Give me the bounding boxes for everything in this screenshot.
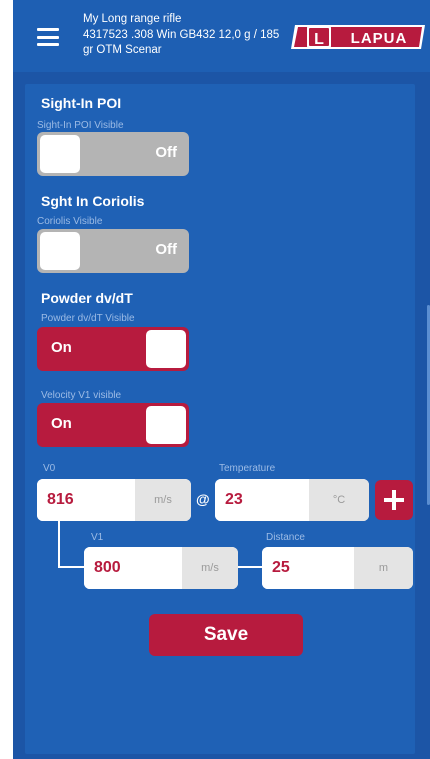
coriolis-title: Sght In Coriolis <box>41 193 145 209</box>
rifle-details: 4317523 .308 Win GB432 12,0 g / 185 gr O… <box>83 28 280 57</box>
toggle-knob <box>146 406 186 444</box>
app-screen: My Long range rifle 4317523 .308 Win GB4… <box>13 0 430 759</box>
v1-unit: m/s <box>182 547 238 589</box>
temperature-unit: °C <box>309 479 369 521</box>
v1-field: m/s <box>84 547 238 589</box>
temperature-field: °C <box>215 479 369 521</box>
v1-distance-connector <box>238 566 262 568</box>
add-button[interactable] <box>375 480 413 520</box>
v0-v1-connector-horizontal <box>58 566 84 568</box>
distance-field: m <box>262 547 413 589</box>
velocity-v1-toggle[interactable]: On <box>37 403 189 447</box>
temperature-label: Temperature <box>219 463 276 474</box>
at-symbol: @ <box>196 491 210 507</box>
toggle-knob <box>146 330 186 368</box>
hamburger-menu-icon[interactable] <box>37 28 59 46</box>
temperature-input[interactable] <box>215 479 309 521</box>
save-button[interactable]: Save <box>149 614 303 656</box>
rifle-name: My Long range rifle <box>83 13 182 25</box>
powder-title: Powder dv/dT <box>41 290 133 306</box>
powder-toggle[interactable]: On <box>37 327 189 371</box>
v1-label: V1 <box>91 532 104 543</box>
coriolis-toggle[interactable]: Off <box>37 229 189 273</box>
rifle-info: My Long range rifle 4317523 .308 Win GB4… <box>83 12 283 59</box>
v0-field: m/s <box>37 479 191 521</box>
sight-in-subtitle: Sight-In POI Visible <box>37 120 124 131</box>
sight-in-toggle[interactable]: Off <box>37 132 189 176</box>
logo-letter: L <box>314 31 324 48</box>
toggle-knob <box>40 135 80 173</box>
coriolis-subtitle: Coriolis Visible <box>37 216 103 227</box>
powder-subtitle: Powder dv/dT Visible <box>41 313 135 324</box>
logo-text: LAPUA <box>351 30 408 47</box>
lapua-logo: L LAPUA <box>291 25 425 49</box>
velocity-v1-subtitle: Velocity V1 visible <box>41 390 122 401</box>
toggle-knob <box>40 232 80 270</box>
toggle-label: Off <box>155 241 177 258</box>
distance-label: Distance <box>266 532 305 543</box>
top-bar: My Long range rifle 4317523 .308 Win GB4… <box>13 0 430 72</box>
sight-in-title: Sight-In POI <box>41 95 122 111</box>
distance-input[interactable] <box>262 547 354 589</box>
toggle-label: Off <box>155 144 177 161</box>
v1-input[interactable] <box>84 547 182 589</box>
v0-label: V0 <box>43 463 56 474</box>
v0-unit: m/s <box>135 479 191 521</box>
v0-v1-connector <box>58 521 60 567</box>
v0-input[interactable] <box>37 479 135 521</box>
distance-unit: m <box>354 547 413 589</box>
toggle-label: On <box>51 339 72 356</box>
toggle-label: On <box>51 415 72 432</box>
